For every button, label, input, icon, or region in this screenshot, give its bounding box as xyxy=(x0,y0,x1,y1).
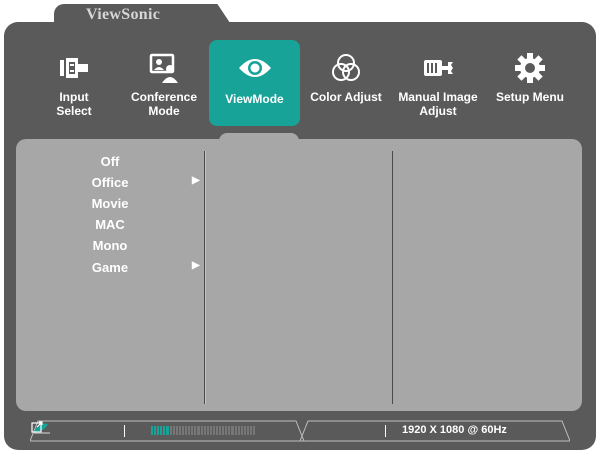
option-movie[interactable]: Movie xyxy=(40,193,200,213)
signal-segment xyxy=(222,426,225,435)
signal-segment xyxy=(228,426,231,435)
signal-segment xyxy=(243,426,246,435)
signal-segment xyxy=(231,426,234,435)
column-divider xyxy=(392,151,393,404)
option-label: Movie xyxy=(91,196,129,211)
signal-segment xyxy=(172,426,175,435)
signal-segment xyxy=(246,426,249,435)
gear-icon xyxy=(515,53,545,83)
menu-label: Input Select xyxy=(56,90,92,118)
signal-segment xyxy=(188,426,191,435)
option-label: Game xyxy=(91,260,129,275)
signal-level-bar xyxy=(151,426,256,435)
signal-segment xyxy=(234,426,237,435)
status-bar: 1920 X 1080 @ 60Hz xyxy=(30,420,570,442)
signal-segment xyxy=(166,426,169,435)
input-source-icon xyxy=(31,421,43,433)
menu-manual-image-adjust[interactable]: Manual Image Adjust xyxy=(392,40,484,126)
option-label: MAC xyxy=(95,217,125,232)
signal-segment xyxy=(191,426,194,435)
signal-segment xyxy=(178,426,181,435)
menu-label: ViewMode xyxy=(225,92,284,106)
menu-label: Setup Menu xyxy=(496,90,564,104)
option-office[interactable]: Office ▶ xyxy=(40,172,200,192)
signal-segment xyxy=(154,426,157,435)
option-off[interactable]: Off xyxy=(40,151,200,171)
submenu-arrow-icon: ▶ xyxy=(192,175,200,186)
signal-segment xyxy=(203,426,206,435)
osd-menu: ViewSonic Input Select Conference Mode V… xyxy=(0,0,600,456)
status-separator xyxy=(124,425,125,437)
eye-icon xyxy=(238,59,271,77)
signal-segment xyxy=(185,426,188,435)
signal-segment xyxy=(194,426,197,435)
color-circles-icon xyxy=(332,54,360,81)
signal-segment xyxy=(175,426,178,435)
hand-wrench-icon xyxy=(424,60,453,76)
menu-color-adjust[interactable]: Color Adjust xyxy=(300,40,392,126)
signal-segment xyxy=(209,426,212,435)
menu-viewmode[interactable]: ViewMode xyxy=(209,40,300,126)
option-game[interactable]: Game ▶ xyxy=(40,257,200,277)
brand-logo: ViewSonic xyxy=(86,6,161,23)
column-divider-highlight xyxy=(205,151,206,404)
signal-segment xyxy=(181,426,185,435)
option-label: Office xyxy=(91,175,129,190)
signal-segment xyxy=(237,426,240,435)
menu-label: Conference Mode xyxy=(130,90,198,118)
resolution-readout: 1920 X 1080 @ 60Hz xyxy=(402,424,507,436)
signal-segment xyxy=(197,426,200,435)
signal-segment xyxy=(151,426,154,435)
signal-segment xyxy=(200,426,203,435)
menu-input-select[interactable]: Input Select xyxy=(28,40,120,126)
signal-segment xyxy=(206,426,209,435)
signal-segment xyxy=(240,426,243,435)
option-mac[interactable]: MAC xyxy=(40,214,200,234)
signal-segment xyxy=(212,426,215,435)
menu-conference-mode[interactable]: Conference Mode xyxy=(118,40,210,126)
menu-label: Color Adjust xyxy=(310,90,382,104)
input-select-icon xyxy=(60,58,88,78)
signal-segment xyxy=(160,426,163,435)
menu-setup-menu[interactable]: Setup Menu xyxy=(484,40,576,126)
signal-segment xyxy=(253,426,256,435)
signal-segment xyxy=(219,426,222,435)
signal-segment xyxy=(163,426,166,435)
conference-mode-icon xyxy=(149,53,178,83)
signal-segment xyxy=(215,426,219,435)
menu-label: Manual Image Adjust xyxy=(398,90,478,118)
signal-segment xyxy=(225,426,228,435)
option-label: Mono xyxy=(92,238,128,253)
status-separator xyxy=(385,425,386,437)
option-label: Off xyxy=(100,154,120,169)
signal-segment xyxy=(250,426,253,435)
signal-segment xyxy=(169,426,172,435)
submenu-arrow-icon: ▶ xyxy=(192,260,200,271)
option-mono[interactable]: Mono xyxy=(40,235,200,255)
signal-segment xyxy=(157,426,160,435)
